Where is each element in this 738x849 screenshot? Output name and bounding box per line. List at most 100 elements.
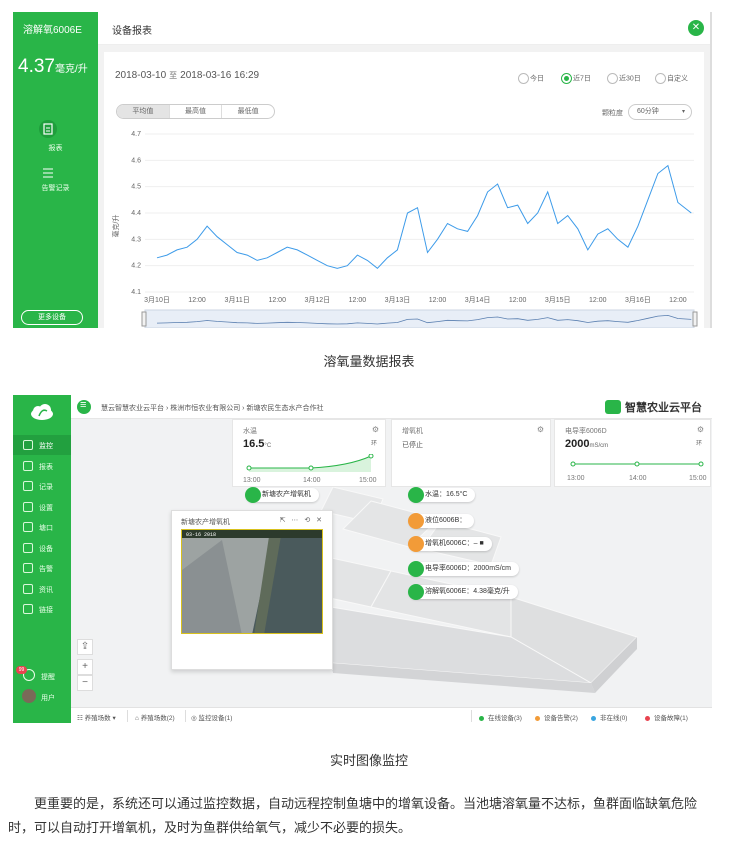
scrollbar[interactable] bbox=[710, 12, 712, 328]
tab-average[interactable]: 平均值 bbox=[117, 105, 170, 118]
sidebar-item-label: 告警 bbox=[39, 566, 53, 573]
zoom-in-button[interactable]: + bbox=[77, 659, 93, 675]
status-fault[interactable]: 设备故障(1) bbox=[645, 712, 688, 722]
status-online[interactable]: 在线设备(3) bbox=[479, 712, 522, 722]
card-water-temp[interactable]: 水温 ⚙ 16.5°C 环 13:00 14:00 15:00 bbox=[232, 419, 386, 487]
tag-water-temp[interactable]: 水温：16.5°C bbox=[408, 487, 476, 503]
gear-icon[interactable]: ⚙ bbox=[372, 425, 379, 434]
gear-icon[interactable]: ⚙ bbox=[537, 425, 544, 434]
cloud-leaf-icon bbox=[605, 400, 621, 414]
tag-dissolved-oxygen[interactable]: 溶解氧6006E：4.38毫克/升 bbox=[408, 584, 518, 600]
breadcrumb[interactable]: 慧云智慧农业云平台 › 株洲市恒农业有限公司 › 新塘农民生态水产合作社 bbox=[101, 403, 323, 413]
range-today[interactable]: 今日 bbox=[518, 73, 544, 84]
nav-icon bbox=[23, 542, 33, 553]
svg-text:14:00: 14:00 bbox=[629, 475, 647, 482]
tag-aerator[interactable]: 增氧机6006C：– ■ bbox=[408, 536, 492, 552]
sidebar-item[interactable]: 设置 bbox=[13, 497, 71, 517]
notify-badge: 99 bbox=[16, 666, 27, 674]
y-tick-label: 4.4 bbox=[131, 210, 141, 217]
tag-conductivity[interactable]: 电导率6006D：2000mS/cm bbox=[408, 561, 519, 577]
card-toggle-button[interactable]: 环 bbox=[371, 438, 377, 447]
date-from[interactable]: 2018-03-10 bbox=[115, 70, 166, 81]
camera-controls[interactable]: ⇱ ⋯ ⟲ ✕ bbox=[280, 516, 324, 524]
nav-report-label[interactable]: 报表 bbox=[13, 143, 98, 153]
sidebar-item[interactable]: 监控 bbox=[13, 435, 71, 455]
sidebar-item[interactable]: 报表 bbox=[13, 456, 71, 476]
device-name: 溶解氧6006E bbox=[23, 25, 82, 36]
notify-label[interactable]: 提醒 bbox=[41, 672, 55, 682]
conductivity-sparkline: 13:00 14:00 15:00 bbox=[567, 461, 707, 482]
svg-text:15:00: 15:00 bbox=[359, 477, 377, 484]
tab-max[interactable]: 最高值 bbox=[170, 105, 223, 118]
menu-icon[interactable] bbox=[77, 399, 91, 414]
user-label[interactable]: 用户 bbox=[41, 693, 55, 703]
granularity-select[interactable]: 60分钟 ▾ bbox=[628, 104, 692, 120]
sidebar-item-label: 监控 bbox=[39, 443, 53, 450]
sidebar-item[interactable]: 记录 bbox=[13, 476, 71, 496]
share-icon[interactable]: ⇪ bbox=[77, 639, 93, 655]
sidebar-item-label: 设置 bbox=[39, 504, 53, 512]
report-icon[interactable] bbox=[39, 120, 57, 138]
temp-sparkline: 13:00 14:00 15:00 bbox=[243, 454, 377, 484]
card-toggle-button[interactable]: 环 bbox=[696, 438, 702, 447]
svg-text:14:00: 14:00 bbox=[303, 477, 321, 484]
sidebar-item[interactable]: 塘口 bbox=[13, 517, 71, 537]
card-conductivity[interactable]: 电导率6006D ⚙ 2000mS/cm 环 13:00 14:00 15:00 bbox=[554, 419, 711, 487]
y-tick-label: 4.6 bbox=[131, 157, 141, 164]
nav-icon bbox=[23, 481, 33, 491]
monitor-topbar: 慧云智慧农业云平台 › 株洲市恒农业有限公司 › 新塘农民生态水产合作社 智慧农… bbox=[71, 395, 712, 419]
avatar[interactable] bbox=[22, 689, 36, 703]
date-range[interactable]: 2018-03-10 至 2018-03-16 16:29 bbox=[115, 70, 259, 81]
y-tick-label: 4.3 bbox=[131, 236, 141, 243]
nav-alarm-label[interactable]: 告警记录 bbox=[13, 183, 98, 193]
current-value: 4.37毫克/升 bbox=[18, 56, 88, 78]
camera-title: 新塘农产增氧机 bbox=[181, 519, 230, 526]
nav-icon bbox=[23, 604, 33, 614]
sidebar-item-label: 设备 bbox=[39, 545, 53, 553]
status-offline[interactable]: 非在线(0) bbox=[591, 712, 627, 722]
sidebar-item[interactable]: 设备 bbox=[13, 538, 71, 558]
x-tick-label: 3月10日 bbox=[144, 296, 170, 304]
tag-water-level[interactable]: 液位6006B： bbox=[408, 513, 475, 529]
fish-icon bbox=[408, 584, 424, 600]
value-number: 4.37 bbox=[18, 56, 55, 77]
x-tick-label: 3月13日 bbox=[385, 296, 411, 304]
report-header: 设备报表 ✕ bbox=[98, 12, 712, 45]
nav-icon bbox=[23, 501, 33, 512]
nav-icon bbox=[23, 563, 33, 573]
farm-count[interactable]: ⌂ 养殖场数(2) bbox=[135, 712, 175, 722]
tag-aerator-camera[interactable]: 新塘农产增氧机 bbox=[245, 487, 319, 503]
sidebar-item[interactable]: 资讯 bbox=[13, 579, 71, 599]
card-aerator[interactable]: 增氧机 ⚙ 已停止 bbox=[391, 419, 551, 487]
gear-icon[interactable]: ⚙ bbox=[697, 425, 704, 434]
list-icon[interactable] bbox=[39, 164, 57, 182]
range-30days[interactable]: 近30日 bbox=[607, 73, 641, 84]
svg-text:15:00: 15:00 bbox=[689, 475, 707, 482]
monitor-count[interactable]: ◎ 监控设备(1) bbox=[191, 712, 232, 722]
nav-icon bbox=[23, 583, 33, 594]
camera-video[interactable]: 03-16 2018 bbox=[181, 529, 323, 634]
report-title: 设备报表 bbox=[112, 26, 152, 37]
platform-logo: 智慧农业云平台 bbox=[605, 399, 702, 415]
zoom-out-button[interactable]: − bbox=[77, 675, 93, 691]
pond-map[interactable] bbox=[71, 487, 712, 707]
date-to[interactable]: 2018-03-16 16:29 bbox=[180, 70, 259, 81]
report-panel: 2018-03-10 至 2018-03-16 16:29 今日 近7日 近30日 … bbox=[104, 52, 704, 328]
layers-icon: ☷ bbox=[77, 715, 85, 722]
card-title: 增氧机 bbox=[402, 428, 423, 435]
camera-popup: 新塘农产增氧机 ⇱ ⋯ ⟲ ✕ 03-16 2018 bbox=[171, 510, 333, 670]
more-devices-button[interactable]: 更多设备 bbox=[21, 310, 83, 325]
range-7days[interactable]: 近7日 bbox=[561, 73, 591, 84]
navigator-handle-right bbox=[692, 311, 698, 327]
sidebar-item[interactable]: 告警 bbox=[13, 558, 71, 578]
status-alarm[interactable]: 设备告警(2) bbox=[535, 712, 578, 722]
range-custom[interactable]: 自定义 bbox=[655, 73, 688, 84]
layers-dropdown[interactable]: ☷ 养殖场数 ▾ bbox=[77, 712, 116, 722]
close-icon[interactable]: ✕ bbox=[688, 20, 704, 36]
body-paragraph: 更重要的是，系统还可以通过监控数据，自动远程控制鱼塘中的增氧设备。当池塘溶氧量不… bbox=[8, 796, 698, 835]
card-status: 已停止 bbox=[402, 442, 423, 449]
sidebar-item[interactable]: 链接 bbox=[13, 599, 71, 619]
tab-min[interactable]: 最低值 bbox=[222, 105, 274, 118]
granularity-label: 颗粒度 bbox=[602, 110, 623, 117]
card-title: 水温 bbox=[243, 428, 257, 435]
